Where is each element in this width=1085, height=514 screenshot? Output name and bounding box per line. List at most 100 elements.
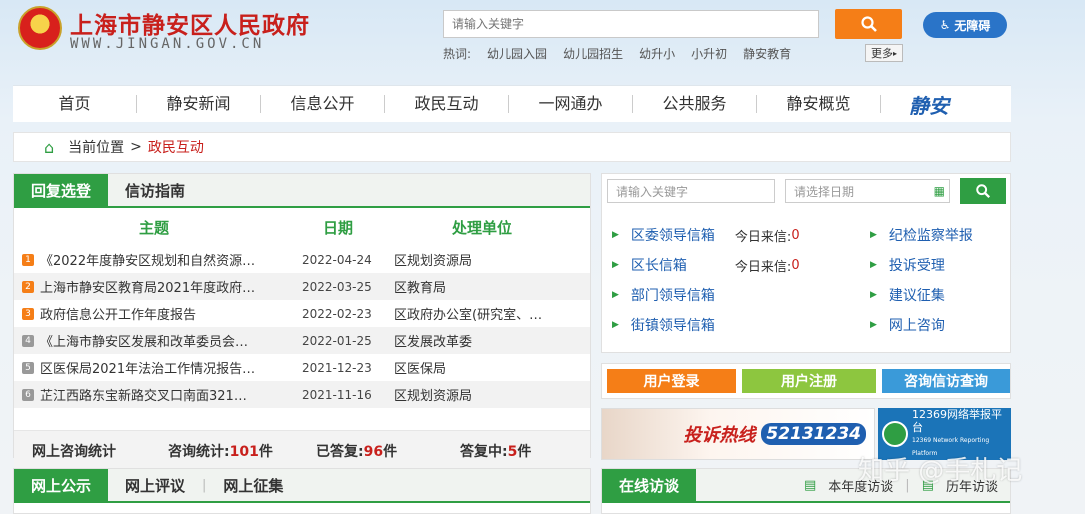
row-title[interactable]: 《2022年度静安区规划和自然资源… bbox=[40, 250, 280, 269]
row-title[interactable]: 芷江西路东宝新路交叉口南面321… bbox=[40, 385, 280, 404]
hot-word[interactable]: 幼儿园入园 bbox=[487, 45, 547, 62]
doc-icon: ▤ bbox=[803, 477, 817, 493]
row-unit: 区政府办公室(研究室、… bbox=[394, 308, 543, 323]
nav-item-home[interactable]: 首页 bbox=[13, 95, 137, 113]
unit-label: 件 bbox=[258, 443, 273, 460]
row-date: 2022-04-24 bbox=[302, 252, 372, 267]
list-item[interactable]: ▶ 部门领导信箱 bbox=[612, 280, 862, 310]
hotline-banner[interactable]: 投诉热线 52131234 bbox=[601, 408, 875, 460]
triangle-right-icon: ▸ bbox=[892, 48, 897, 58]
date-placeholder: 请选择日期 bbox=[794, 184, 855, 199]
hot-word[interactable]: 静安教育 bbox=[743, 45, 791, 62]
row-title[interactable]: 政府信息公开工作年度报告 bbox=[40, 304, 280, 323]
list-item[interactable]: ▶ 网上咨询 bbox=[870, 310, 1006, 340]
arrow-icon: ▶ bbox=[612, 290, 619, 300]
letters-panel: 请输入关键字 请选择日期 ▦ ▶ 区委领导信箱 今日来信: 0 ▶ 区长信箱 今日来信: 0 … bbox=[601, 173, 1011, 353]
jingan-logo[interactable]: 静安 bbox=[909, 90, 949, 119]
watermark: 知乎 @手札记 bbox=[858, 456, 1023, 486]
hotline-number: 52131234 bbox=[761, 423, 866, 445]
mailbox-label[interactable]: 街镇领导信箱 bbox=[631, 315, 715, 335]
search-button[interactable] bbox=[835, 9, 902, 39]
mailbox-label[interactable]: 区委领导信箱 bbox=[631, 225, 735, 245]
list-item[interactable]: ▶ 投诉受理 bbox=[870, 250, 1006, 280]
today-count: 0 bbox=[791, 257, 800, 273]
tab-online-collect[interactable]: 网上征集 bbox=[206, 469, 300, 501]
nav-item-services-online[interactable]: 一网通办 bbox=[509, 95, 633, 113]
letters-search-button[interactable] bbox=[960, 178, 1006, 204]
pending-value: 5 bbox=[507, 443, 518, 460]
list-item[interactable]: ▶ 纪检监察举报 bbox=[870, 220, 1006, 250]
tab-online-visit[interactable]: 在线访谈 bbox=[602, 469, 697, 501]
reply-panel: 回复选登 信访指南 主题 日期 处理单位 1 《2022年度静安区规划和自然资源…… bbox=[13, 173, 591, 470]
search-icon bbox=[976, 184, 991, 199]
nav-item-overview[interactable]: 静安概览 bbox=[757, 95, 881, 113]
rank-badge: 5 bbox=[22, 361, 34, 374]
hot-word[interactable]: 幼儿园招生 bbox=[563, 45, 623, 62]
row-title[interactable]: 《上海市静安区发展和改革委员会… bbox=[40, 331, 280, 350]
list-item[interactable]: ▶ 区委领导信箱 今日来信: 0 bbox=[612, 220, 862, 250]
total-label: 咨询统计: bbox=[168, 443, 230, 460]
col-unit: 处理单位 bbox=[451, 218, 512, 237]
row-date: 2021-12-23 bbox=[302, 360, 372, 375]
row-title[interactable]: 上海市静安区教育局2021年度政府… bbox=[40, 277, 280, 296]
main-nav: 首页 静安新闻 信息公开 政民互动 一网通办 公共服务 静安概览 静安 bbox=[13, 85, 1011, 122]
table-row[interactable]: 1 《2022年度静安区规划和自然资源… 2022-04-24 区规划资源局 bbox=[14, 246, 590, 273]
table-row[interactable]: 4 《上海市静安区发展和改革委员会… 2022-01-25 区发展改革委 bbox=[14, 327, 590, 354]
table-row[interactable]: 6 芷江西路东宝新路交叉口南面321… 2021-11-16 区规划资源局 bbox=[14, 381, 590, 408]
list-item[interactable]: ▶ 街镇领导信箱 bbox=[612, 310, 862, 340]
more-hot-words-button[interactable]: 更多 ▸ bbox=[865, 44, 903, 62]
nav-item-info[interactable]: 信息公开 bbox=[261, 95, 385, 113]
register-button[interactable]: 用户注册 bbox=[742, 369, 876, 393]
service-label[interactable]: 投诉受理 bbox=[889, 255, 945, 275]
tab-public-notice[interactable]: 网上公示 bbox=[14, 469, 109, 501]
rank-badge: 6 bbox=[22, 388, 34, 401]
keyword-input[interactable]: 请输入关键字 bbox=[607, 179, 775, 203]
list-item[interactable]: ▶ 区长信箱 今日来信: 0 bbox=[612, 250, 862, 280]
search-input[interactable] bbox=[443, 10, 819, 38]
rank-badge: 3 bbox=[22, 307, 34, 320]
mailbox-label[interactable]: 区长信箱 bbox=[631, 255, 735, 275]
platform-name: 12369网络举报平台 bbox=[912, 408, 1002, 434]
nav-item-news[interactable]: 静安新闻 bbox=[137, 95, 261, 113]
breadcrumb-current[interactable]: 政民互动 bbox=[148, 137, 204, 157]
replied-label: 已答复: bbox=[316, 443, 364, 460]
nav-item-interaction[interactable]: 政民互动 bbox=[385, 95, 509, 113]
total-value: 101 bbox=[229, 443, 259, 460]
calendar-icon[interactable]: ▦ bbox=[934, 184, 945, 198]
keyword-placeholder: 请输入关键字 bbox=[616, 184, 689, 199]
public-tabs: 网上公示 网上评议 | 网上征集 bbox=[14, 469, 590, 503]
date-picker[interactable]: 请选择日期 ▦ bbox=[785, 179, 950, 203]
hot-word[interactable]: 幼升小 bbox=[639, 45, 675, 62]
nav-item-public-service[interactable]: 公共服务 bbox=[633, 95, 757, 113]
site-title[interactable]: 上海市静安区人民政府 bbox=[70, 6, 310, 40]
table-row[interactable]: 5 区医保局2021年法治工作情况报告… 2021-12-23 区医保局 bbox=[14, 354, 590, 381]
col-subject: 主题 bbox=[138, 218, 169, 237]
rank-badge: 1 bbox=[22, 253, 34, 266]
row-date: 2022-02-23 bbox=[302, 306, 372, 321]
col-date: 日期 bbox=[322, 218, 353, 237]
today-label: 今日来信: bbox=[734, 259, 792, 275]
platform-logo-icon bbox=[882, 421, 908, 447]
tab-online-review[interactable]: 网上评议 bbox=[108, 469, 202, 501]
accessibility-button[interactable]: ♿ 无障碍 bbox=[923, 12, 1007, 38]
rank-badge: 2 bbox=[22, 280, 34, 293]
arrow-icon: ▶ bbox=[870, 230, 877, 240]
service-label[interactable]: 建议征集 bbox=[889, 285, 945, 305]
service-label[interactable]: 网上咨询 bbox=[889, 315, 945, 335]
chevron-right-icon: > bbox=[130, 139, 142, 155]
mailbox-label[interactable]: 部门领导信箱 bbox=[631, 285, 715, 305]
consult-stats: 网上咨询统计 咨询统计:101件 已答复:96件 答复中:5件 bbox=[14, 430, 590, 470]
tab-guide[interactable]: 信访指南 bbox=[108, 174, 202, 206]
hot-word[interactable]: 小升初 bbox=[691, 45, 727, 62]
query-button[interactable]: 咨询信访查询 bbox=[882, 369, 1010, 393]
list-item[interactable]: ▶ 建议征集 bbox=[870, 280, 1006, 310]
accessibility-label: 无障碍 bbox=[954, 18, 991, 33]
row-title[interactable]: 区医保局2021年法治工作情况报告… bbox=[40, 358, 280, 377]
home-icon[interactable]: ⌂ bbox=[44, 138, 54, 157]
table-row[interactable]: 2 上海市静安区教育局2021年度政府… 2022-03-25 区教育局 bbox=[14, 273, 590, 300]
tab-replies[interactable]: 回复选登 bbox=[14, 174, 109, 206]
login-button[interactable]: 用户登录 bbox=[607, 369, 736, 393]
row-date: 2022-01-25 bbox=[302, 333, 372, 348]
table-row[interactable]: 3 政府信息公开工作年度报告 2022-02-23 区政府办公室(研究室、… bbox=[14, 300, 590, 327]
service-label[interactable]: 纪检监察举报 bbox=[889, 225, 973, 245]
